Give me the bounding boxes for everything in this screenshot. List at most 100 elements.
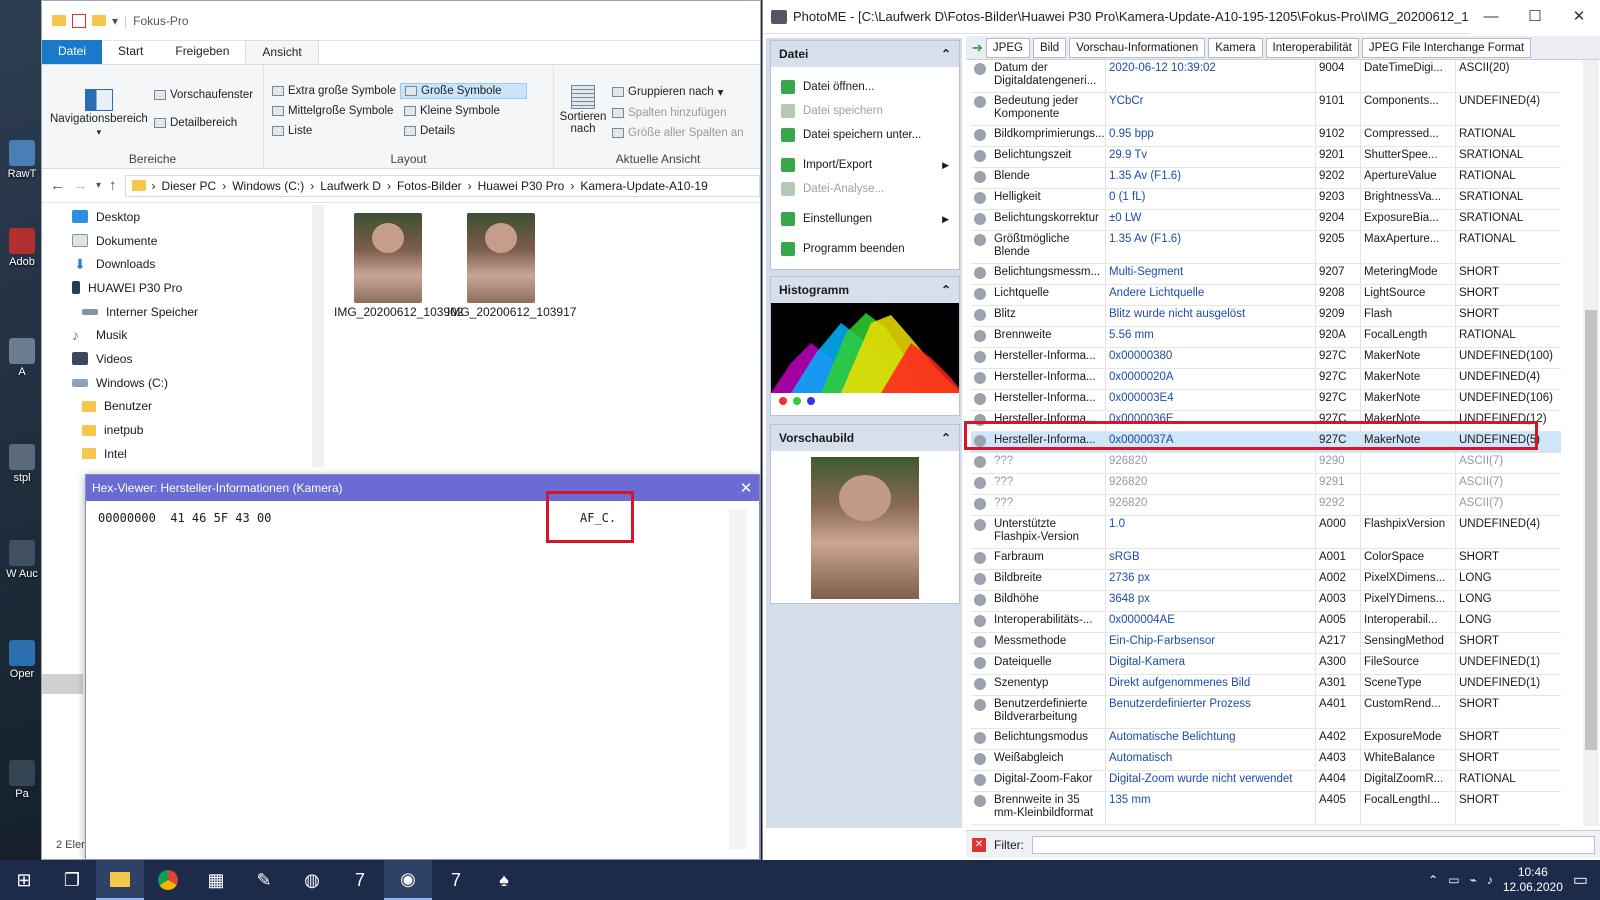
layout-extra-large-icons[interactable]: Extra große Symbole bbox=[272, 85, 396, 97]
tree-item-windows-c[interactable]: Windows (C:) bbox=[42, 371, 324, 395]
hex-dump[interactable]: 00000000 41 46 5F 43 00 bbox=[98, 511, 271, 525]
collapse-icon[interactable]: ⌃ bbox=[941, 431, 951, 445]
ribbon-tab-freigeben[interactable]: Freigeben bbox=[159, 40, 245, 64]
solitaire-cards-icon[interactable]: ♠ bbox=[480, 860, 528, 900]
tree-item-downloads[interactable]: ⬇ Downloads bbox=[42, 252, 324, 276]
metadata-row[interactable]: ??? 926820 9291 ASCII(7) bbox=[971, 474, 1561, 495]
ribbon-tab-ansicht[interactable]: Ansicht bbox=[245, 40, 319, 64]
metadata-row[interactable]: Unterstützte Flashpix-Version 1.0 A000 Flas… bbox=[971, 516, 1561, 549]
arrow-right-icon[interactable]: ➔ bbox=[972, 40, 983, 56]
metadata-row[interactable]: Bedeutung jeder Komponente YCbCr 9101 Compo… bbox=[971, 93, 1561, 126]
desktop-icon-pa[interactable]: Pa bbox=[2, 760, 42, 800]
breadcrumb-item[interactable]: Kamera-Update-A10-19 bbox=[580, 179, 707, 193]
tree-item-inetpub[interactable]: inetpub bbox=[42, 418, 324, 442]
layout-details[interactable]: Details bbox=[404, 125, 455, 137]
seven-zip-icon[interactable]: 7 bbox=[336, 860, 384, 900]
globe-icon[interactable]: ◍ bbox=[288, 860, 336, 900]
tab-jfif[interactable]: JPEG File Interchange Format bbox=[1361, 37, 1532, 58]
desktop-icon-adobe[interactable]: Adob bbox=[2, 228, 42, 268]
file-thumbnail[interactable] bbox=[354, 213, 422, 303]
metadata-row[interactable]: Interoperabilitäts-... 0x000004AE A005 Inte… bbox=[971, 612, 1561, 633]
chrome-icon[interactable] bbox=[144, 860, 192, 900]
menu-save-file[interactable]: Datei speichern bbox=[771, 99, 959, 123]
ribbon-tab-start[interactable]: Start bbox=[102, 40, 159, 64]
group-by-button[interactable]: Gruppieren nach ▾ bbox=[612, 85, 723, 99]
layout-list[interactable]: Liste bbox=[272, 125, 312, 137]
tray-chevron-up-icon[interactable]: ⌃ bbox=[1428, 873, 1438, 887]
preview-pane-button[interactable]: Vorschaufenster bbox=[154, 89, 253, 101]
metadata-row[interactable]: Blitz Blitz wurde nicht ausgelöst 9209 Flas… bbox=[971, 306, 1561, 327]
notepad-icon[interactable]: ✎ bbox=[240, 860, 288, 900]
metadata-row[interactable]: Dateiquelle Digital-Kamera A300 FileSource U… bbox=[971, 654, 1561, 675]
seven-zip-icon[interactable]: 7 bbox=[432, 860, 480, 900]
metadata-row[interactable]: Digital-Zoom-Fakor Digital-Zoom wurde nic… bbox=[971, 771, 1561, 792]
metadata-row[interactable]: Größtmögliche Blende 1.35 Av (F1.6) 9205 Ma… bbox=[971, 231, 1561, 264]
breadcrumb-item[interactable]: Laufwerk D bbox=[320, 179, 381, 193]
layout-large-icons[interactable]: Große Symbole bbox=[400, 83, 527, 99]
checkbox-icon[interactable] bbox=[72, 13, 86, 28]
metadata-row[interactable]: Bildbreite 2736 px A002 PixelXDimens... LONG bbox=[971, 570, 1561, 591]
tree-item-intel[interactable]: Intel bbox=[42, 442, 324, 466]
volume-icon[interactable]: ♪ bbox=[1487, 873, 1493, 887]
navigation-pane-button[interactable]: Navigationsbereich ▾ bbox=[50, 89, 148, 138]
tree-scrollbar[interactable] bbox=[312, 205, 324, 467]
metadata-row[interactable]: Hersteller-Informa... 0x000003E4 927C Maker… bbox=[971, 390, 1561, 411]
tree-item-documents[interactable]: Dokumente bbox=[42, 229, 324, 253]
metadata-row[interactable]: Bildkomprimierungs... 0.95 bpp 9102 Compres… bbox=[971, 126, 1561, 147]
file-thumbnail[interactable] bbox=[467, 213, 535, 303]
menu-import-export[interactable]: Import/Export ▶ bbox=[771, 153, 959, 177]
breadcrumb-item[interactable]: Fotos-Bilder bbox=[397, 179, 462, 193]
hex-scrollbar[interactable] bbox=[729, 509, 747, 849]
metadata-row[interactable]: Belichtungsmessm... Multi-Segment 9207 Mete… bbox=[971, 264, 1561, 285]
menu-exit[interactable]: Programm beenden bbox=[771, 237, 959, 261]
metadata-row[interactable]: Hersteller-Informa... 0x00000380 927C Maker… bbox=[971, 348, 1561, 369]
back-arrow-icon[interactable]: ← bbox=[50, 177, 65, 194]
menu-open-file[interactable]: Datei öffnen... bbox=[771, 75, 959, 99]
tab-kamera[interactable]: Kamera bbox=[1208, 37, 1263, 58]
green-channel-icon[interactable] bbox=[793, 397, 801, 405]
task-view-icon[interactable]: ❐ bbox=[48, 860, 96, 900]
size-columns-button[interactable]: Größe aller Spalten an bbox=[612, 127, 744, 139]
metadata-row[interactable]: Brennweite in 35 mm-Kleinbildformat 135 m… bbox=[971, 792, 1561, 825]
tab-interoperabilitaet[interactable]: Interoperabilität bbox=[1265, 37, 1359, 58]
preview-panel-header[interactable]: Vorschaubild ⌃ bbox=[771, 425, 959, 451]
metadata-row[interactable]: Helligkeit 0 (1 fL) 9203 BrightnessVa... SRA… bbox=[971, 189, 1561, 210]
minimize-icon[interactable]: — bbox=[1469, 0, 1513, 34]
metadata-row[interactable]: Benutzerdefinierte Bildverarbeitung Benut… bbox=[971, 696, 1561, 729]
calculator-icon[interactable]: ▦ bbox=[192, 860, 240, 900]
tree-item-huawei[interactable]: HUAWEI P30 Pro bbox=[42, 276, 324, 300]
metadata-row[interactable]: ??? 926820 9292 ASCII(7) bbox=[971, 495, 1561, 516]
start-windows-icon[interactable]: ⊞ bbox=[0, 860, 48, 900]
clear-filter-icon[interactable]: ✕ bbox=[972, 837, 986, 852]
maximize-icon[interactable]: ☐ bbox=[1513, 0, 1557, 34]
desktop-icon-stpl[interactable]: stpl bbox=[2, 444, 42, 484]
dropdown-arrow-icon[interactable]: ▾ bbox=[112, 14, 118, 28]
clock[interactable]: 10:46 12.06.2020 bbox=[1503, 865, 1563, 895]
tree-item-music[interactable]: ♪ Musik bbox=[42, 323, 324, 347]
battery-icon[interactable]: ▭ bbox=[1448, 873, 1459, 887]
network-icon[interactable]: ⌁ bbox=[1470, 873, 1477, 887]
metadata-row[interactable]: Bildhöhe 3648 px A003 PixelYDimens... LONG bbox=[971, 591, 1561, 612]
details-pane-button[interactable]: Detailbereich bbox=[154, 117, 237, 129]
metadata-row[interactable]: Hersteller-Informa... 0x0000020A 927C Maker… bbox=[971, 369, 1561, 390]
file-name[interactable]: IMG_20200612_103917 bbox=[447, 305, 576, 320]
desktop-icon-a[interactable]: A bbox=[2, 338, 42, 378]
datei-panel-header[interactable]: Datei ⌃ bbox=[771, 41, 959, 67]
metadata-row[interactable]: Szenentyp Direkt aufgenommenes Bild A301 Sc… bbox=[971, 675, 1561, 696]
close-icon[interactable]: ✕ bbox=[733, 479, 759, 497]
metadata-row[interactable]: Blende 1.35 Av (F1.6) 9202 ApertureValue RAT… bbox=[971, 168, 1561, 189]
metadata-row[interactable]: Lichtquelle Andere Lichtquelle 9208 LightSo… bbox=[971, 285, 1561, 306]
metadata-row[interactable]: ??? 926820 9290 ASCII(7) bbox=[971, 453, 1561, 474]
layout-small-icons[interactable]: Kleine Symbole bbox=[404, 105, 500, 117]
add-columns-button[interactable]: Spalten hinzufügen bbox=[612, 107, 726, 119]
tree-item-internal-storage[interactable]: Interner Speicher bbox=[42, 300, 324, 324]
metadata-row[interactable]: Messmethode Ein-Chip-Farbsensor A217 Sensin… bbox=[971, 633, 1561, 654]
metadata-row[interactable]: Brennweite 5.56 mm 920A FocalLength RATIONAL bbox=[971, 327, 1561, 348]
folder-icon[interactable] bbox=[92, 15, 106, 26]
photome-eye-icon[interactable]: ◉ bbox=[384, 860, 432, 900]
metadata-row[interactable]: Belichtungskorrektur ±0 LW 9204 ExposureBia… bbox=[971, 210, 1561, 231]
recent-chevron-down-icon[interactable]: ▾ bbox=[96, 180, 101, 191]
filter-input[interactable] bbox=[1032, 835, 1595, 854]
sort-by-button[interactable]: Sortieren nach bbox=[560, 85, 606, 135]
metadata-row[interactable]: Datum der Digitaldatengeneri... 2020-06-1… bbox=[971, 60, 1561, 93]
